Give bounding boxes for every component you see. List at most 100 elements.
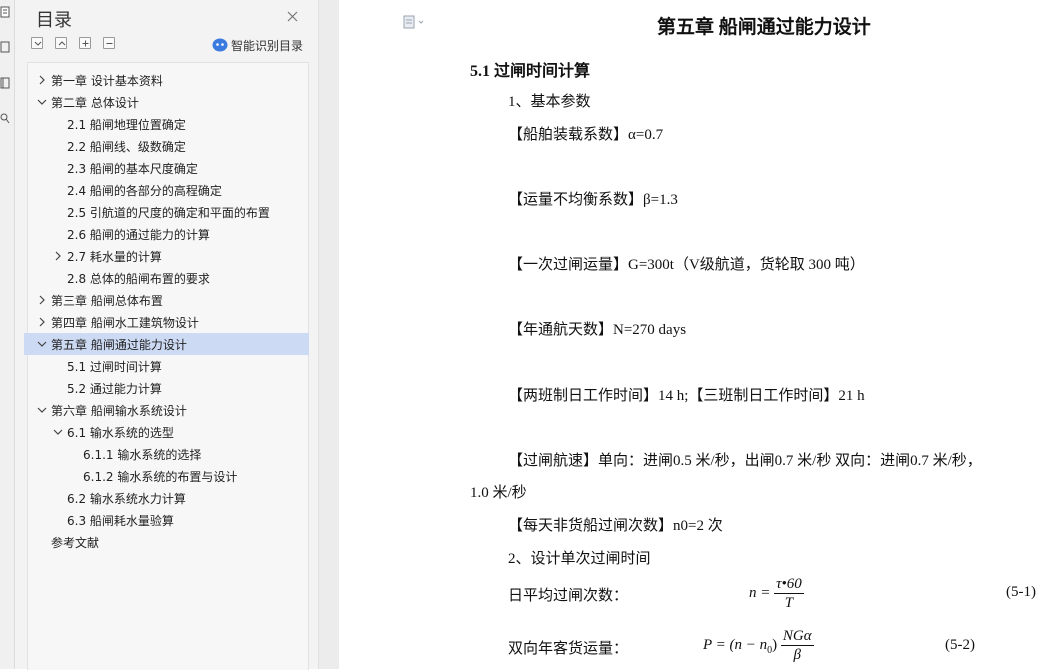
toc-item-label: 第四章 船闸水工建筑物设计 xyxy=(51,315,199,330)
chevron-right-icon[interactable] xyxy=(52,250,64,262)
section-title: 5.1 过闸时间计算 xyxy=(470,63,591,80)
toc-item-label: 第六章 船闸输水系统设计 xyxy=(51,403,187,418)
toc-item-label: 2.4 船闸的各部分的高程确定 xyxy=(67,183,222,198)
toc-spacer xyxy=(52,162,64,174)
toc-item-label: 2.7 耗水量的计算 xyxy=(67,249,162,264)
eq1-number: (5-1) xyxy=(1006,584,1036,600)
doc-outline-icon[interactable] xyxy=(0,6,10,18)
toc-item-label: 2.1 船闸地理位置确定 xyxy=(67,117,186,132)
doc-menu-icon[interactable] xyxy=(403,14,429,33)
toc-spacer xyxy=(52,382,64,394)
param-speed-cont: 1.0 米/秒 xyxy=(470,485,527,501)
close-icon[interactable] xyxy=(286,9,300,23)
toc-item-label: 6.3 船闸耗水量验算 xyxy=(67,513,174,528)
chevron-down-icon[interactable] xyxy=(36,404,48,416)
toc-item[interactable]: 2.7 耗水量的计算 xyxy=(24,245,309,267)
toc-item[interactable]: 2.5 引航道的尺度的确定和平面的布置 xyxy=(24,201,309,223)
search-icon[interactable] xyxy=(0,112,10,124)
pane-splitter[interactable] xyxy=(318,0,340,669)
toc-item[interactable]: 2.3 船闸的基本尺度确定 xyxy=(24,157,309,179)
chevron-right-icon[interactable] xyxy=(36,74,48,86)
smart-toc-button[interactable]: 智能识别目录 xyxy=(212,37,303,53)
eq2-lhs: P = (n − n xyxy=(703,636,768,653)
eq1-fraction: τ•60 T xyxy=(774,575,804,612)
param-n0: 【每天非货船过闸次数】n0=2 次 xyxy=(508,518,723,534)
toc-item[interactable]: 第五章 船闸通过能力设计 xyxy=(24,333,309,355)
toc-item-label: 6.1.1 输水系统的选择 xyxy=(83,447,202,462)
toc-item-label: 参考文献 xyxy=(51,535,100,550)
chevron-right-icon[interactable] xyxy=(36,294,48,306)
eq2-label: 双向年客货运量： xyxy=(508,641,629,657)
left-toolbar xyxy=(0,0,15,669)
toc-pane: 目录 智能识别目录 第一章 设计基本资料 第二章 总体设计 2.1 船闸地理位置确定… xyxy=(15,0,318,670)
toc-item[interactable]: 第一章 设计基本资料 xyxy=(24,69,309,91)
toc-item[interactable]: 2.6 船闸的通过能力的计算 xyxy=(24,223,309,245)
toc-item[interactable]: 第三章 船闸总体布置 xyxy=(24,289,309,311)
toc-spacer xyxy=(52,492,64,504)
toc-item[interactable]: 第六章 船闸输水系统设计 xyxy=(24,399,309,421)
param-beta: 【运量不均衡系数】β=1.3 xyxy=(508,192,678,208)
toc-spacer xyxy=(36,536,48,548)
bookmark-icon[interactable] xyxy=(0,77,10,89)
toc-item[interactable]: 2.8 总体的船闸布置的要求 xyxy=(24,267,309,289)
eq1-numerator: τ•60 xyxy=(774,576,804,594)
toc-spacer xyxy=(68,470,80,482)
toc-item[interactable]: 6.3 船闸耗水量验算 xyxy=(24,509,309,531)
chevron-down-icon[interactable] xyxy=(52,426,64,438)
toc-item[interactable]: 6.2 输水系统水力计算 xyxy=(24,487,309,509)
toc-item[interactable]: 第二章 总体设计 xyxy=(24,91,309,113)
pages-icon[interactable] xyxy=(0,41,10,53)
toc-item[interactable]: 6.1 输水系统的选型 xyxy=(24,421,309,443)
toc-item[interactable]: 2.4 船闸的各部分的高程确定 xyxy=(24,179,309,201)
toc-item[interactable]: 6.1.2 输水系统的布置与设计 xyxy=(24,465,309,487)
smart-toc-label: 智能识别目录 xyxy=(231,38,304,53)
toc-item-label: 6.1.2 输水系统的布置与设计 xyxy=(83,469,238,484)
eq1-label: 日平均过闸次数： xyxy=(508,588,629,604)
chevron-down-icon[interactable] xyxy=(36,96,48,108)
param-speed: 【过闸航速】单向：进闸0.5 米/秒，出闸0.7 米/秒 双向：进闸0.7 米/… xyxy=(508,453,982,469)
param-shift: 【两班制日工作时间】14 h;【三班制日工作时间】21 h xyxy=(508,388,865,404)
smart-recognize-icon xyxy=(212,38,228,52)
chevron-right-icon[interactable] xyxy=(36,316,48,328)
toc-item-label: 第一章 设计基本资料 xyxy=(51,73,163,88)
eq2-fraction: NGα β xyxy=(780,627,814,664)
paragraph-design: 2、设计单次过闸时间 xyxy=(508,551,651,567)
eq1-denominator: T xyxy=(784,595,794,611)
eq1-lhs: n = xyxy=(749,584,771,601)
expand-all-button[interactable] xyxy=(31,37,43,49)
param-alpha: 【船舶装载系数】α=0.7 xyxy=(508,127,664,143)
remove-item-button[interactable] xyxy=(103,37,115,49)
toc-item-label: 第三章 船闸总体布置 xyxy=(51,293,163,308)
toc-item-label: 第二章 总体设计 xyxy=(51,95,139,110)
toc-item-label: 5.1 过闸时间计算 xyxy=(67,359,162,374)
toc-item-label: 2.5 引航道的尺度的确定和平面的布置 xyxy=(67,205,270,220)
toc-list: 第一章 设计基本资料 第二章 总体设计 2.1 船闸地理位置确定 2.2 船闸线、级数… xyxy=(24,62,309,670)
collapse-all-button[interactable] xyxy=(55,37,67,49)
toc-spacer xyxy=(52,118,64,130)
toc-item[interactable]: 2.1 船闸地理位置确定 xyxy=(24,113,309,135)
toc-spacer xyxy=(52,140,64,152)
toc-item[interactable]: 参考文献 xyxy=(24,531,309,553)
toc-item-label: 2.3 船闸的基本尺度确定 xyxy=(67,161,198,176)
chapter-title: 第五章 船闸通过能力设计 xyxy=(657,17,871,38)
toc-item[interactable]: 5.1 过闸时间计算 xyxy=(24,355,309,377)
eq2-close: ) xyxy=(772,636,778,653)
toc-item[interactable]: 6.1.1 输水系统的选择 xyxy=(24,443,309,465)
toc-title: 目录 xyxy=(36,10,72,31)
toc-item-label: 2.2 船闸线、级数确定 xyxy=(67,139,186,154)
chevron-down-icon[interactable] xyxy=(36,338,48,350)
toc-item-label: 2.8 总体的船闸布置的要求 xyxy=(67,271,210,286)
param-n: 【年通航天数】N=270 days xyxy=(508,322,687,338)
param-g: 【一次过闸运量】G=300t（V级航道，货轮取 300 吨） xyxy=(508,257,865,273)
toc-item[interactable]: 第四章 船闸水工建筑物设计 xyxy=(24,311,309,333)
toc-spacer xyxy=(52,184,64,196)
add-item-button[interactable] xyxy=(79,37,91,49)
toc-spacer xyxy=(52,514,64,526)
toc-item[interactable]: 2.2 船闸线、级数确定 xyxy=(24,135,309,157)
toc-item-label: 第五章 船闸通过能力设计 xyxy=(51,337,187,352)
toc-item-label: 6.1 输水系统的选型 xyxy=(67,425,174,440)
toc-spacer xyxy=(52,206,64,218)
document-page: 第五章 船闸通过能力设计 5.1 过闸时间计算 1、基本参数 【船舶装载系数】α… xyxy=(339,0,1040,669)
toc-item-label: 5.2 通过能力计算 xyxy=(67,381,162,396)
toc-item[interactable]: 5.2 通过能力计算 xyxy=(24,377,309,399)
